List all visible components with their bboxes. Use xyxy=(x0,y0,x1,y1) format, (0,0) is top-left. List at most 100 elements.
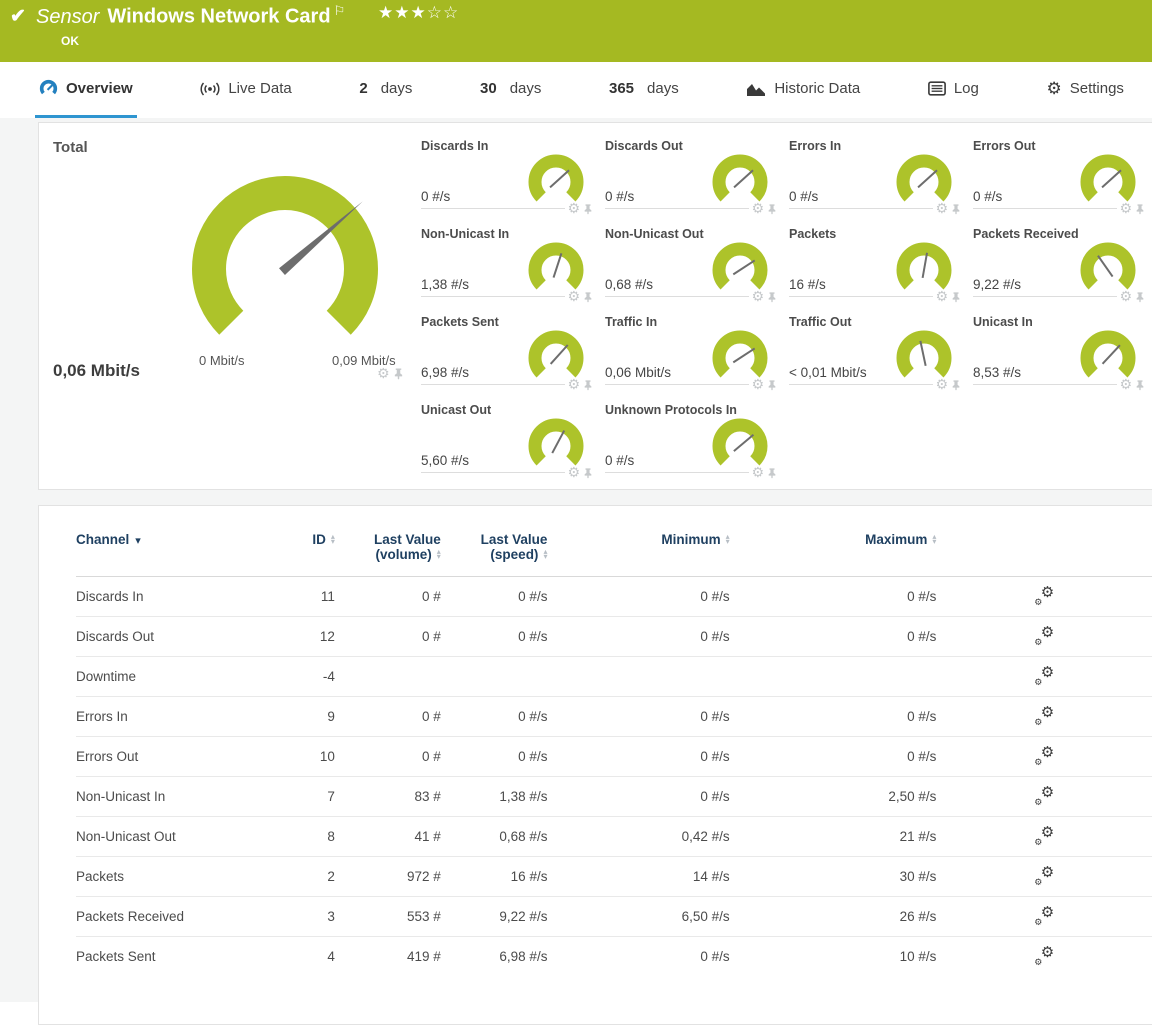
channel-table-panel: Channel▾ ID▴▾ Last Value(volume)▴▾ Last … xyxy=(38,505,1152,1025)
pin-icon[interactable] xyxy=(583,467,593,479)
tab-live-data[interactable]: Live Data xyxy=(196,62,295,118)
gauge-settings-icon[interactable]: ⚙ xyxy=(751,467,764,479)
table-row[interactable]: Discards Out120 #0 #/s0 #/s0 #/s⚙⚙ xyxy=(76,617,1152,657)
sort-icon[interactable]: ▴▾ xyxy=(437,549,441,559)
pin-icon[interactable] xyxy=(1135,379,1145,391)
channel-actions-cell: ⚙⚙ xyxy=(936,857,1152,897)
gauge-cell-unknown-protocols-in: Unknown Protocols In0 #/s⚙ xyxy=(605,401,775,473)
gauge-value: 0 #/s xyxy=(789,189,818,204)
gauge-actions: ⚙ xyxy=(565,203,593,215)
column-header-channel[interactable]: Channel▾ xyxy=(76,532,291,577)
sort-icon[interactable]: ▴▾ xyxy=(543,549,547,559)
total-gauge-label: Total xyxy=(53,139,88,156)
sort-icon[interactable]: ▴▾ xyxy=(932,534,936,544)
channel-settings-icon[interactable]: ⚙⚙ xyxy=(1034,866,1054,884)
pin-icon[interactable] xyxy=(951,291,961,303)
table-row[interactable]: Discards In110 #0 #/s0 #/s0 #/s⚙⚙ xyxy=(76,577,1152,617)
gauge-settings-icon[interactable]: ⚙ xyxy=(377,368,390,380)
channel-settings-icon[interactable]: ⚙⚙ xyxy=(1034,666,1054,684)
column-header-last-volume[interactable]: Last Value(volume)▴▾ xyxy=(335,532,441,577)
gauge-settings-icon[interactable]: ⚙ xyxy=(1119,379,1132,391)
table-row[interactable]: Non-Unicast Out841 #0,68 #/s0,42 #/s21 #… xyxy=(76,817,1152,857)
gauge-actions: ⚙ xyxy=(933,291,961,303)
channel-settings-icon[interactable]: ⚙⚙ xyxy=(1034,706,1054,724)
table-row[interactable]: Packets Sent4419 #6,98 #/s0 #/s10 #/s⚙⚙ xyxy=(76,937,1152,977)
gauge-cell-discards-out: Discards Out0 #/s⚙ xyxy=(605,137,775,209)
pin-icon[interactable] xyxy=(583,203,593,215)
pin-icon[interactable] xyxy=(1135,203,1145,215)
channel-actions-cell: ⚙⚙ xyxy=(936,737,1152,777)
gauge-cell-non-unicast-out: Non-Unicast Out0,68 #/s⚙ xyxy=(605,225,775,297)
pin-icon[interactable] xyxy=(767,379,777,391)
pin-icon[interactable] xyxy=(951,203,961,215)
column-header-maximum[interactable]: Maximum▴▾ xyxy=(730,532,937,577)
gauge-settings-icon[interactable]: ⚙ xyxy=(935,203,948,215)
page-title: Windows Network Card xyxy=(107,6,330,28)
pin-icon[interactable] xyxy=(951,379,961,391)
pin-icon[interactable] xyxy=(583,379,593,391)
channel-menu-arrow-icon[interactable]: ▾ xyxy=(135,534,141,547)
column-header-id[interactable]: ID▴▾ xyxy=(291,532,335,577)
channel-id-cell: -4 xyxy=(291,657,335,697)
gauge-title: Discards In xyxy=(421,139,488,153)
total-gauge-scale-min: 0 Mbit/s xyxy=(199,353,245,368)
pin-icon[interactable] xyxy=(1135,291,1145,303)
channel-settings-icon[interactable]: ⚙⚙ xyxy=(1034,746,1054,764)
last-value-volume-cell: 0 # xyxy=(335,737,441,777)
gauge-settings-icon[interactable]: ⚙ xyxy=(751,379,764,391)
maximum-cell: 0 #/s xyxy=(730,737,937,777)
minimum-cell: 0 #/s xyxy=(547,937,729,977)
gauge-settings-icon[interactable]: ⚙ xyxy=(935,291,948,303)
gauge-settings-icon[interactable]: ⚙ xyxy=(567,291,580,303)
tab-settings[interactable]: ⚙ Settings xyxy=(1042,62,1127,118)
pin-icon[interactable] xyxy=(767,467,777,479)
tab-overview[interactable]: Overview xyxy=(35,62,137,118)
tab-log[interactable]: Log xyxy=(924,62,983,118)
column-header-last-speed[interactable]: Last Value(speed)▴▾ xyxy=(441,532,548,577)
column-header-minimum[interactable]: Minimum▴▾ xyxy=(547,532,729,577)
pin-icon[interactable] xyxy=(393,367,404,380)
sensor-title-line: SensorWindows Network Card⚐ xyxy=(36,3,345,29)
table-row[interactable]: Errors In90 #0 #/s0 #/s0 #/s⚙⚙ xyxy=(76,697,1152,737)
tab-365-days[interactable]: 365 days xyxy=(605,62,683,118)
sort-icon[interactable]: ▴▾ xyxy=(331,534,335,544)
maximum-cell: 30 #/s xyxy=(730,857,937,897)
gauge-cell-discards-in: Discards In0 #/s⚙ xyxy=(421,137,591,209)
gauge-settings-icon[interactable]: ⚙ xyxy=(1119,291,1132,303)
channel-settings-icon[interactable]: ⚙⚙ xyxy=(1034,626,1054,644)
gauge-settings-icon[interactable]: ⚙ xyxy=(567,467,580,479)
channel-name-cell: Discards In xyxy=(76,577,291,617)
gauge-settings-icon[interactable]: ⚙ xyxy=(567,203,580,215)
gauge-settings-icon[interactable]: ⚙ xyxy=(567,379,580,391)
table-row[interactable]: Packets2972 #16 #/s14 #/s30 #/s⚙⚙ xyxy=(76,857,1152,897)
gauge-value: 6,98 #/s xyxy=(421,365,469,380)
channel-actions-cell: ⚙⚙ xyxy=(936,577,1152,617)
channel-settings-icon[interactable]: ⚙⚙ xyxy=(1034,826,1054,844)
table-row[interactable]: Packets Received3553 #9,22 #/s6,50 #/s26… xyxy=(76,897,1152,937)
channel-settings-icon[interactable]: ⚙⚙ xyxy=(1034,946,1054,964)
channel-settings-icon[interactable]: ⚙⚙ xyxy=(1034,906,1054,924)
table-row[interactable]: Downtime-4⚙⚙ xyxy=(76,657,1152,697)
gear-icon: ⚙ xyxy=(1046,79,1061,99)
gauge-settings-icon[interactable]: ⚙ xyxy=(1119,203,1132,215)
channel-settings-icon[interactable]: ⚙⚙ xyxy=(1034,586,1054,604)
pin-icon[interactable] xyxy=(583,291,593,303)
table-row[interactable]: Non-Unicast In783 #1,38 #/s0 #/s2,50 #/s… xyxy=(76,777,1152,817)
channel-settings-icon[interactable]: ⚙⚙ xyxy=(1034,786,1054,804)
gauge-settings-icon[interactable]: ⚙ xyxy=(935,379,948,391)
tab-2-days[interactable]: 2 days xyxy=(355,62,416,118)
pin-icon[interactable] xyxy=(767,203,777,215)
tab-30-days[interactable]: 30 days xyxy=(476,62,545,118)
gauge-value: < 0,01 Mbit/s xyxy=(789,365,867,380)
table-row[interactable]: Errors Out100 #0 #/s0 #/s0 #/s⚙⚙ xyxy=(76,737,1152,777)
gauge-settings-icon[interactable]: ⚙ xyxy=(751,291,764,303)
channel-actions-cell: ⚙⚙ xyxy=(936,897,1152,937)
channel-name-cell: Non-Unicast In xyxy=(76,777,291,817)
flag-icon[interactable]: ⚐ xyxy=(334,3,346,18)
gauge-settings-icon[interactable]: ⚙ xyxy=(751,203,764,215)
gauge-actions: ⚙ xyxy=(565,467,593,479)
pin-icon[interactable] xyxy=(767,291,777,303)
priority-stars[interactable]: ★★★☆☆ xyxy=(378,3,459,23)
tab-historic-data[interactable]: Historic Data xyxy=(742,62,864,118)
sort-icon[interactable]: ▴▾ xyxy=(726,534,730,544)
